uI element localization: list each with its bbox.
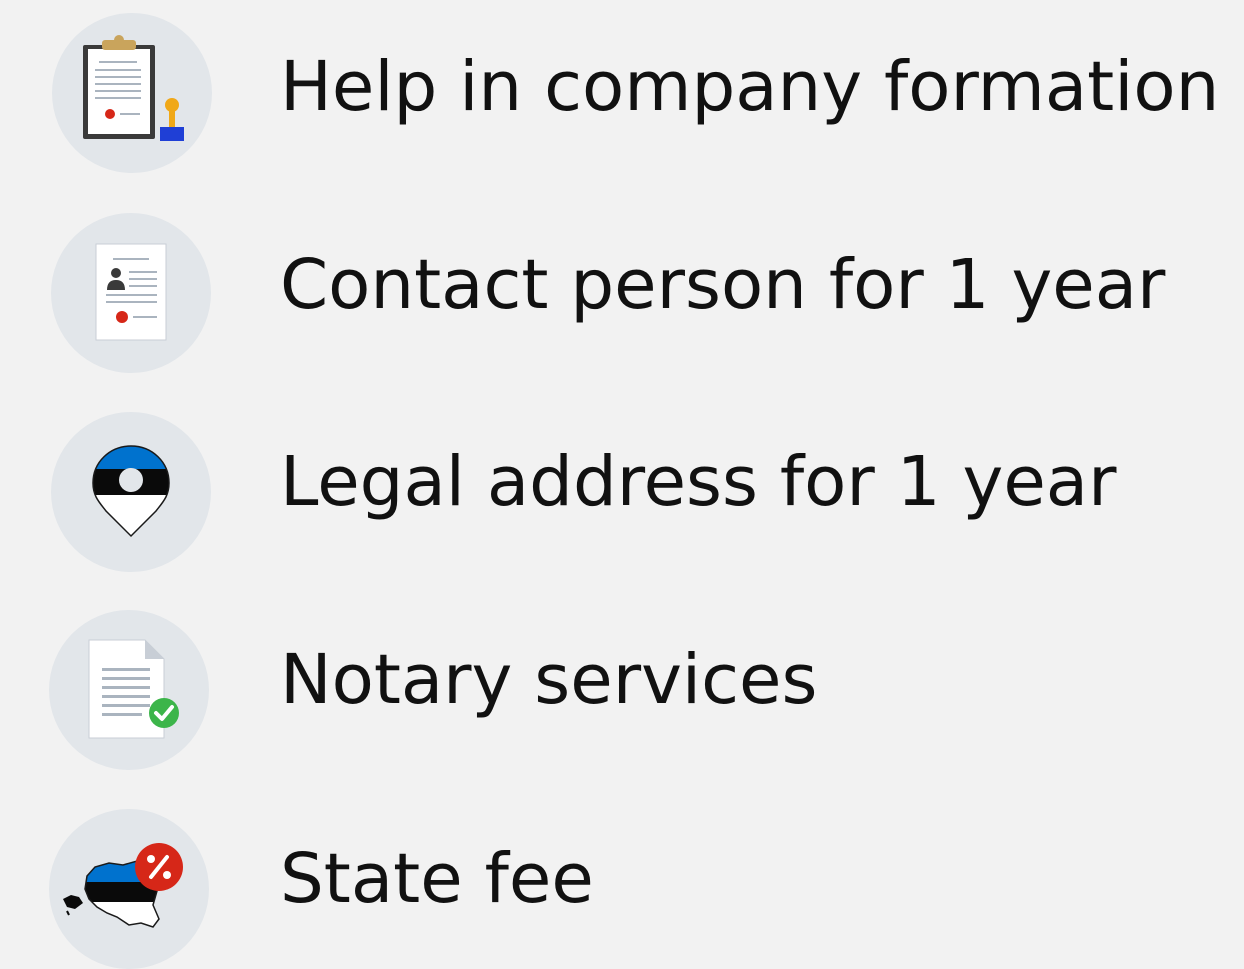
item-label: State fee [280, 839, 594, 919]
estonia-map-percent-icon [49, 809, 209, 969]
clipboard-stamp-icon [52, 13, 212, 173]
estonia-location-pin-icon [51, 412, 211, 572]
list-item-company-formation: Help in company formation [0, 13, 1244, 173]
list-item-contact-person: Contact person for 1 year [0, 213, 1244, 373]
item-label: Help in company formation [280, 47, 1220, 127]
list-item-notary-services: Notary services [0, 610, 1244, 770]
item-label: Notary services [280, 640, 818, 720]
services-list: Help in company formation Contact person… [0, 0, 1244, 969]
list-item-state-fee: State fee [0, 809, 1244, 969]
contact-card-icon [51, 213, 211, 373]
list-item-legal-address: Legal address for 1 year [0, 412, 1244, 572]
item-label: Contact person for 1 year [280, 245, 1166, 325]
document-check-icon [49, 610, 209, 770]
item-label: Legal address for 1 year [280, 442, 1117, 522]
